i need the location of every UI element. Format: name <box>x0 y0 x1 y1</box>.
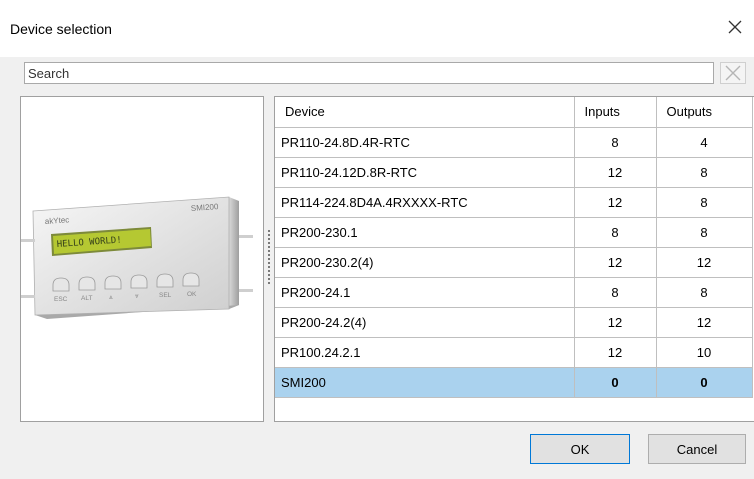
clear-search-button[interactable] <box>720 62 746 84</box>
title-bar: Device selection <box>0 0 754 57</box>
inputs-cell: 8 <box>574 217 657 248</box>
table-header-row: Device Inputs Outputs <box>275 97 753 128</box>
device-cell: PR100.24.2.1 <box>275 337 575 368</box>
key-label-sel: SEL <box>159 292 172 299</box>
table-row[interactable]: PR200-24.1 8 8 <box>275 277 753 308</box>
device-preview-panel: akYtec SMI200 HELLO WORLD! ESC ALT ⩓ ⩔ S… <box>20 96 264 422</box>
inputs-cell: 8 <box>574 277 657 308</box>
device-cell: PR114-224.8D4A.4RXXXX-RTC <box>275 187 575 218</box>
outputs-cell: 8 <box>656 157 753 188</box>
outputs-cell: 0 <box>656 367 753 398</box>
device-cell: PR110-24.12D.8R-RTC <box>275 157 575 188</box>
search-input[interactable] <box>24 62 714 84</box>
outputs-cell: 8 <box>656 217 753 248</box>
key-label-down: ⩔ <box>135 293 139 300</box>
inputs-cell: 12 <box>574 337 657 368</box>
outputs-cell: 10 <box>656 337 753 368</box>
table-row[interactable]: PR200-230.2(4) 12 12 <box>275 247 753 278</box>
outputs-cell: 8 <box>656 277 753 308</box>
column-header-inputs[interactable]: Inputs <box>574 97 657 128</box>
table-row[interactable]: PR110-24.8D.4R-RTC 8 4 <box>275 127 753 158</box>
key-label-ok: OK <box>187 291 197 298</box>
key-label-up: ⩓ <box>109 294 113 301</box>
inputs-cell: 12 <box>574 157 657 188</box>
panel-splitter[interactable] <box>268 230 270 286</box>
column-header-device[interactable]: Device <box>275 97 575 128</box>
key-label-esc: ESC <box>54 296 68 303</box>
device-cell: PR200-230.2(4) <box>275 247 575 278</box>
device-cell: SMI200 <box>275 367 575 398</box>
dialog-title: Device selection <box>10 21 112 37</box>
inputs-cell: 12 <box>574 187 657 218</box>
ok-button[interactable]: OK <box>530 434 630 464</box>
device-image: akYtec SMI200 HELLO WORLD! ESC ALT ⩓ ⩔ S… <box>21 196 253 319</box>
inputs-cell: 8 <box>574 127 657 158</box>
search-row <box>24 62 754 86</box>
outputs-cell: 8 <box>656 187 753 218</box>
key-label-alt: ALT <box>81 295 92 302</box>
inputs-cell: 0 <box>574 367 657 398</box>
clear-icon <box>725 65 741 81</box>
table-row[interactable]: PR200-230.1 8 8 <box>275 217 753 248</box>
device-brand: akYtec <box>45 215 70 226</box>
table-row[interactable]: PR200-24.2(4) 12 12 <box>275 307 753 338</box>
inputs-cell: 12 <box>574 247 657 278</box>
table-row-selected[interactable]: SMI200 0 0 <box>275 367 753 398</box>
outputs-cell: 12 <box>656 247 753 278</box>
device-cell: PR110-24.8D.4R-RTC <box>275 127 575 158</box>
table-row[interactable]: PR110-24.12D.8R-RTC 12 8 <box>275 157 753 188</box>
device-cell: PR200-24.2(4) <box>275 307 575 338</box>
inputs-cell: 12 <box>574 307 657 338</box>
cancel-button[interactable]: Cancel <box>648 434 746 464</box>
device-selection-dialog: Device selection Search akYtec SMI200 HE… <box>0 0 754 479</box>
device-table: Device Inputs Outputs PR110-24.8D.4R-RTC… <box>274 96 754 422</box>
device-cell: PR200-24.1 <box>275 277 575 308</box>
outputs-cell: 12 <box>656 307 753 338</box>
column-header-outputs[interactable]: Outputs <box>656 97 753 128</box>
outputs-cell: 4 <box>656 127 753 158</box>
table-row[interactable]: PR100.24.2.1 12 10 <box>275 337 753 368</box>
device-cell: PR200-230.1 <box>275 217 575 248</box>
table-row[interactable]: PR114-224.8D4A.4RXXXX-RTC 12 8 <box>275 187 753 218</box>
close-icon[interactable] <box>724 16 746 38</box>
